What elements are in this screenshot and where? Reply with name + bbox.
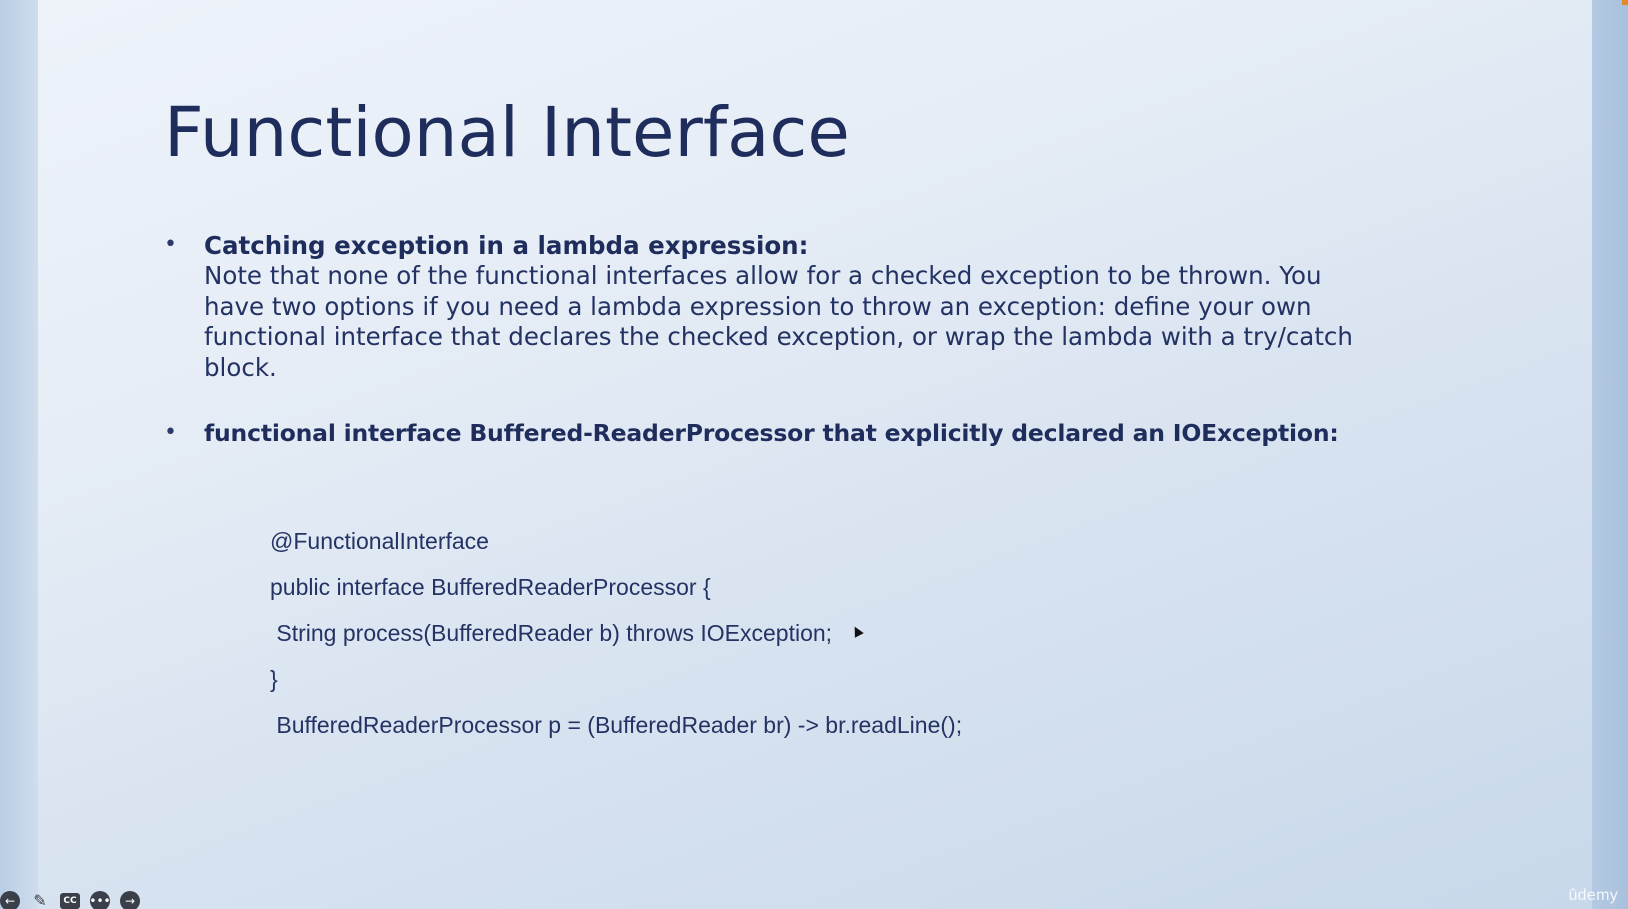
bullet-item-catching-exception: • Catching exception in a lambda express…	[164, 230, 1524, 383]
pen-icon[interactable]: ✎	[30, 891, 50, 909]
bullet-dot-icon: •	[164, 232, 177, 257]
player-controls: ← ✎ CC ••• →	[0, 891, 140, 909]
udemy-watermark: ûdemy	[1568, 887, 1618, 904]
forward-icon[interactable]: →	[120, 891, 140, 909]
bullet-heading: functional interface Buffered-ReaderProc…	[204, 419, 1339, 447]
bullet-dot-icon: •	[164, 420, 177, 445]
more-icon[interactable]: •••	[89, 891, 111, 909]
recording-indicator	[1622, 0, 1628, 5]
bullet-body-line: block.	[204, 352, 277, 382]
code-line-interface-decl: public interface BufferedReaderProcessor…	[270, 574, 711, 600]
code-line-annotation: @FunctionalInterface	[270, 528, 489, 554]
code-line-lambda: BufferedReaderProcessor p = (BufferedRea…	[270, 712, 963, 738]
bullet-heading: Catching exception in a lambda expressio…	[204, 231, 809, 260]
slide-title: Functional Interface	[164, 93, 850, 173]
bullet-body-line: have two options if you need a lambda ex…	[204, 291, 1312, 321]
code-line-closing-brace: }	[270, 666, 278, 692]
bullet-body-line: functional interface that declares the c…	[204, 322, 1353, 351]
video-frame: Functional Interface • Catching exceptio…	[0, 0, 1628, 909]
bullet-item-functional-interface: • functional interface Buffered-ReaderPr…	[164, 418, 1524, 449]
bullet-body-line: Note that none of the functional interfa…	[204, 261, 1322, 290]
presentation-slide: Functional Interface • Catching exceptio…	[38, 0, 1592, 909]
mouse-cursor-icon	[850, 624, 864, 638]
code-line-method: String process(BufferedReader b) throws …	[270, 620, 833, 646]
back-icon[interactable]: ←	[0, 891, 20, 909]
captions-icon[interactable]: CC	[60, 893, 80, 909]
